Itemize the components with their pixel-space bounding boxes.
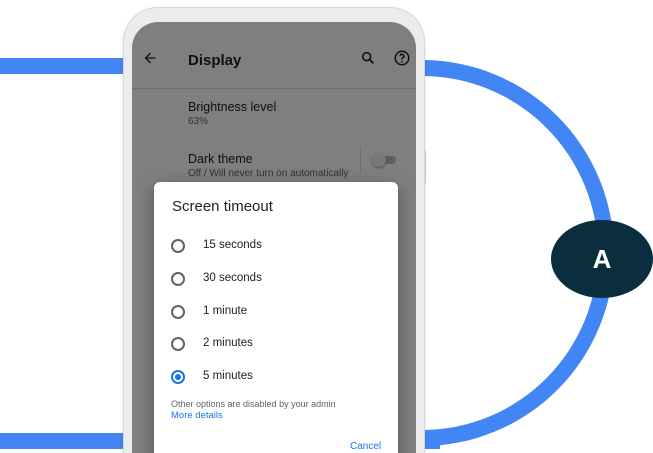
phone-screen: Display Brightness level 63% Dark theme …: [132, 22, 416, 453]
option-label: 2 minutes: [203, 337, 253, 349]
dialog-title: Screen timeout: [172, 198, 273, 215]
badge-letter: A: [592, 244, 612, 274]
radio-button[interactable]: [171, 337, 185, 351]
more-details-link[interactable]: More details: [171, 410, 223, 421]
option-label: 5 minutes: [203, 370, 253, 382]
radio-button[interactable]: [171, 272, 185, 286]
option-label: 1 minute: [203, 305, 248, 317]
option-1-minute[interactable]: 1 minute: [154, 298, 398, 328]
radio-button[interactable]: [171, 305, 185, 319]
callout-badge: A: [551, 220, 653, 298]
phone-frame: Display Brightness level 63% Dark theme …: [124, 8, 424, 453]
option-2-minutes[interactable]: 2 minutes: [154, 330, 398, 360]
option-label: 30 seconds: [203, 272, 262, 284]
option-label: 15 seconds: [203, 239, 262, 251]
screen-timeout-dialog: Screen timeout 15 seconds 30 seconds 1 m…: [154, 182, 398, 453]
cancel-button[interactable]: Cancel: [350, 441, 381, 452]
option-30-seconds[interactable]: 30 seconds: [154, 265, 398, 295]
option-5-minutes[interactable]: 5 minutes: [154, 363, 398, 393]
radio-button[interactable]: [171, 239, 185, 253]
option-15-seconds[interactable]: 15 seconds: [154, 232, 398, 262]
radio-selected-dot: [175, 374, 181, 380]
radio-button-selected[interactable]: [171, 370, 185, 384]
admin-note: Other options are disabled by your admin: [171, 399, 336, 409]
